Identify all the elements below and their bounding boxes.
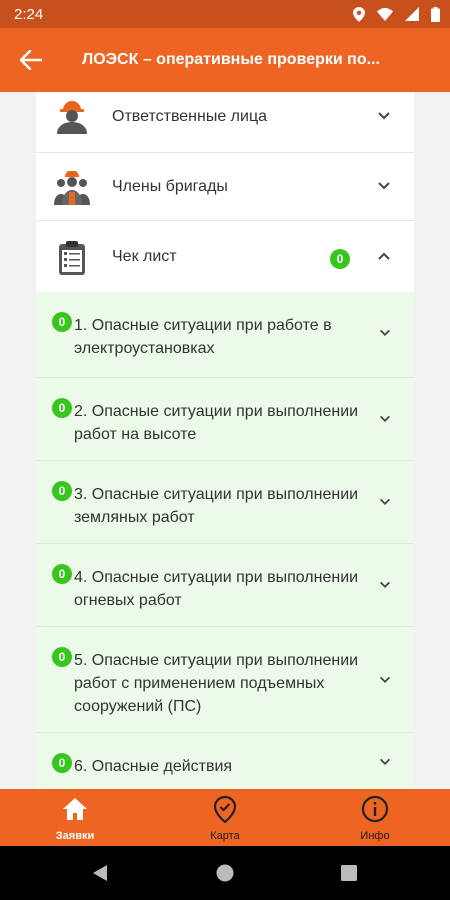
chevron-down-icon (380, 329, 390, 336)
back-button[interactable] (20, 50, 50, 70)
wifi-icon (377, 7, 393, 21)
nav-map[interactable]: Карта (150, 789, 300, 846)
section-checklist[interactable]: Чек лист 0 (36, 232, 414, 286)
info-icon (361, 795, 389, 823)
status-time: 2:24 (14, 5, 44, 23)
checklist-list: 0 1. Опасные ситуации при работе в элект… (36, 292, 414, 789)
app-title: ЛОЭСК – оперативные проверки по... (82, 51, 380, 68)
item-badge: 0 (52, 398, 72, 418)
chevron-down-icon (380, 498, 390, 505)
section-responsible-label: Ответственные лица (112, 108, 268, 125)
divider (36, 220, 414, 221)
item-text: 5. Опасные ситуации при выполнении работ… (74, 652, 359, 715)
item-badge: 0 (52, 481, 72, 501)
chevron-down-icon (380, 676, 390, 683)
bottom-navigation: Заявки Карта Инфо (0, 789, 450, 846)
battery-icon (431, 6, 440, 22)
nav-info-label: Инфо (360, 830, 390, 842)
checklist-item[interactable]: 0 1. Опасные ситуации при работе в элект… (36, 292, 414, 378)
chevron-down-icon (380, 581, 390, 588)
section-checklist-label: Чек лист (112, 248, 177, 265)
home-circle-icon[interactable] (216, 864, 234, 882)
item-badge: 0 (52, 564, 72, 584)
nav-map-label: Карта (210, 830, 240, 842)
divider (36, 152, 414, 153)
worker-helmet-icon (52, 96, 92, 136)
checklist-item[interactable]: 0 5. Опасные ситуации при выполнении раб… (36, 627, 414, 733)
item-text: 1. Опасные ситуации при работе в электро… (74, 317, 332, 357)
clipboard-icon (52, 238, 92, 278)
item-badge: 0 (52, 647, 72, 667)
status-icons (353, 6, 440, 22)
map-pin-check-icon (213, 795, 237, 823)
section-brigade-label: Члены бригады (112, 178, 228, 195)
nav-requests[interactable]: Заявки (0, 789, 150, 846)
app-bar: ЛОЭСК – оперативные проверки по... (0, 28, 450, 92)
team-icon (52, 168, 92, 208)
chevron-down-icon (378, 112, 390, 120)
section-responsible[interactable]: Ответственные лица (36, 92, 414, 146)
location-icon (353, 6, 365, 22)
checklist-item[interactable]: 0 3. Опасные ситуации при выполнении зем… (36, 461, 414, 544)
back-triangle-icon[interactable] (92, 864, 108, 882)
nav-info[interactable]: Инфо (300, 789, 450, 846)
signal-icon (405, 7, 419, 21)
item-text: 3. Опасные ситуации при выполнении земля… (74, 486, 359, 526)
item-badge: 0 (52, 753, 72, 773)
status-bar: 2:24 (0, 0, 450, 28)
item-text: 6. Опасные действия (74, 758, 233, 775)
checklist-count-badge: 0 (330, 249, 350, 269)
sections-card: Ответственные лица Члены бригады Чек лис… (36, 92, 414, 789)
chevron-down-icon (378, 182, 390, 190)
chevron-down-icon (380, 415, 390, 422)
checklist-item[interactable]: 0 6. Опасные действия (36, 733, 414, 789)
chevron-up-icon (378, 252, 390, 260)
nav-requests-label: Заявки (55, 830, 95, 842)
arrow-left-icon (20, 50, 42, 70)
main-content[interactable]: Ответственные лица Члены бригады Чек лис… (0, 92, 450, 789)
chevron-down-icon (380, 758, 390, 765)
item-text: 4. Опасные ситуации при выполнении огнев… (74, 569, 359, 609)
system-nav-bar (0, 846, 450, 900)
checklist-item[interactable]: 0 4. Опасные ситуации при выполнении огн… (36, 544, 414, 627)
item-text: 2. Опасные ситуации при выполнении работ… (74, 403, 359, 443)
home-icon (63, 798, 87, 820)
checklist-item[interactable]: 0 2. Опасные ситуации при выполнении раб… (36, 378, 414, 461)
item-badge: 0 (52, 312, 72, 332)
section-brigade[interactable]: Члены бригады (36, 162, 414, 216)
recents-square-icon[interactable] (341, 865, 357, 881)
